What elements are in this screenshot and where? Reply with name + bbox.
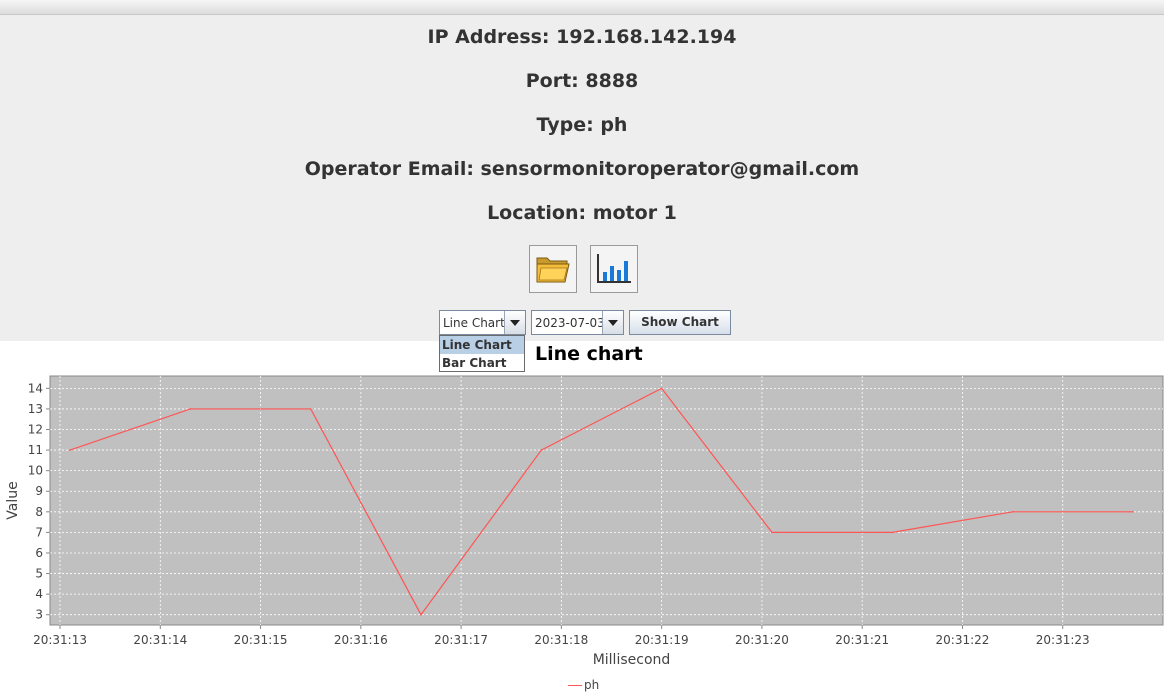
plot-area [49, 375, 1164, 626]
y-tick-label: 14 [28, 381, 43, 395]
chart-legend: ph [568, 678, 599, 692]
data-point [771, 531, 773, 534]
chart-view-button[interactable] [590, 245, 638, 293]
x-axis-label: Millisecond [593, 652, 671, 668]
date-select[interactable]: 2023-07-03 [531, 310, 624, 335]
x-tick-label: 20:31:14 [133, 633, 187, 647]
chart-title: Line chart [535, 343, 643, 365]
legend-label: ph [584, 678, 600, 692]
window-top-bar [0, 0, 1164, 15]
data-point [420, 613, 422, 616]
y-tick-label: 8 [35, 505, 43, 519]
type-label: Type: ph [536, 114, 628, 136]
y-tick-label: 13 [28, 402, 43, 416]
y-tick-label: 4 [35, 587, 43, 601]
y-tick-label: 7 [35, 525, 43, 539]
ip-address-label: IP Address: 192.168.142.194 [427, 26, 737, 48]
x-tick-label: 20:31:20 [735, 633, 789, 647]
chart-type-select[interactable]: Line Chart [439, 310, 526, 335]
data-point [540, 449, 543, 451]
dropdown-option-bar-chart[interactable]: Bar Chart [440, 354, 524, 372]
operator-email-label: Operator Email: sensormonitoroperator@gm… [304, 158, 860, 180]
chart-type-dropdown-list: Line Chart Bar Chart [439, 335, 525, 372]
date-dropdown-arrow[interactable] [602, 311, 623, 334]
x-tick-label: 20:31:15 [234, 633, 288, 647]
y-tick-label: 12 [28, 423, 43, 437]
y-tick-label: 5 [35, 567, 43, 581]
data-point [309, 408, 312, 410]
y-tick-label: 9 [35, 484, 43, 498]
y-tick-label: 11 [28, 443, 43, 457]
x-tick-label: 20:31:21 [835, 633, 889, 647]
bar-chart-icon [597, 254, 631, 283]
date-selected-value: 2023-07-03 [535, 316, 605, 330]
y-tick-label: 6 [35, 546, 43, 560]
data-point [1011, 511, 1014, 513]
chart-type-selected-value: Line Chart [443, 316, 505, 330]
data-point [891, 531, 894, 534]
dropdown-option-line-chart[interactable]: Line Chart [440, 336, 524, 354]
y-axis-label: Value [5, 481, 21, 519]
x-tick-label: 20:31:16 [334, 633, 388, 647]
data-point [69, 449, 71, 451]
y-tick-label: 3 [35, 608, 43, 622]
port-label: Port: 8888 [525, 70, 639, 92]
location-label: Location: motor 1 [487, 202, 677, 224]
legend-swatch [568, 684, 582, 686]
chart-type-dropdown-arrow[interactable] [504, 311, 525, 334]
chevron-down-icon [510, 319, 520, 326]
line-chart: 3 4 5 6 7 8 9 10 11 12 13 14 20:31:13 20:31:14 20:31:1… [5, 375, 1164, 668]
data-point [189, 408, 192, 410]
data-point [660, 387, 663, 390]
x-tick-label: 20:31:13 [33, 633, 87, 647]
x-tick-label: 20:31:17 [434, 633, 488, 647]
data-point [1132, 511, 1134, 513]
show-chart-button[interactable]: Show Chart [629, 310, 731, 335]
folder-open-icon [536, 257, 570, 283]
y-tick-label: 10 [28, 464, 43, 478]
open-folder-button[interactable] [529, 245, 577, 293]
x-tick-label: 20:31:23 [1036, 633, 1090, 647]
x-tick-label: 20:31:22 [936, 633, 990, 647]
x-tick-label: 20:31:19 [635, 633, 689, 647]
chevron-down-icon [608, 319, 618, 326]
x-tick-label: 20:31:18 [534, 633, 588, 647]
